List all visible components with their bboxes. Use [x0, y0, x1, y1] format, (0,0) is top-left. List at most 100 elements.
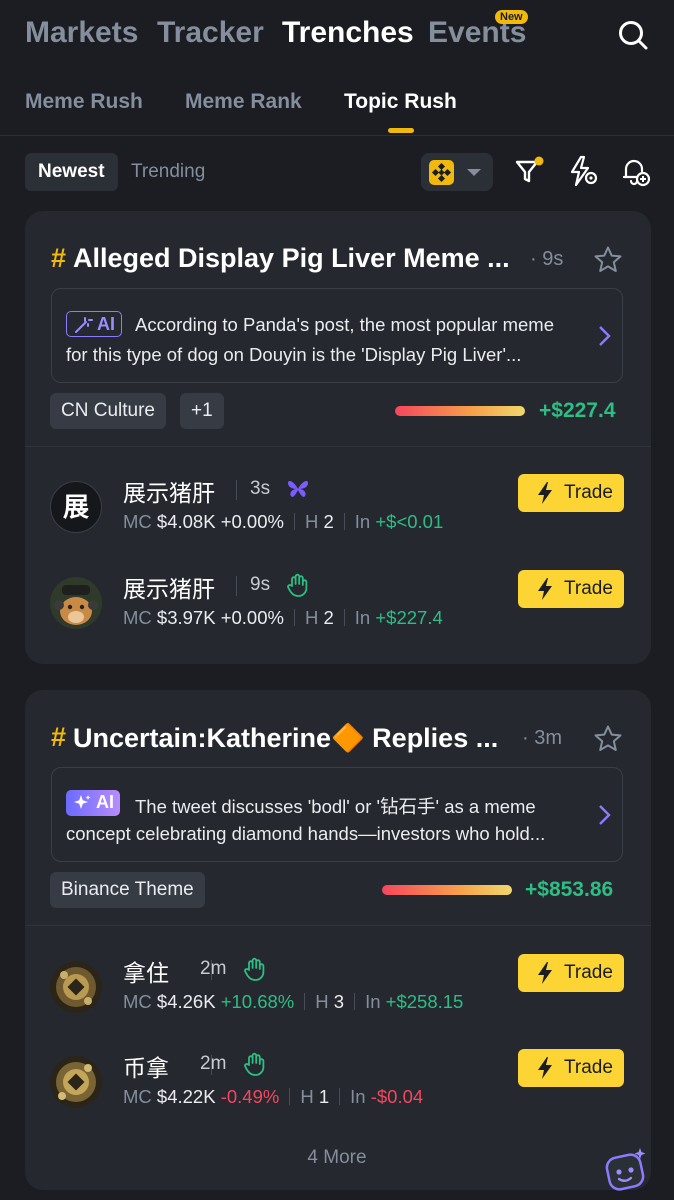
topic-tag[interactable]: Binance Theme: [50, 872, 205, 908]
lightning-icon: [538, 578, 552, 600]
ai-summary-text: The tweet discusses 'bodl' or '钻石手' as a…: [135, 796, 536, 817]
token-age: 9s: [250, 574, 271, 595]
topic-age: · 9s: [530, 248, 564, 270]
divider: [25, 446, 651, 447]
hand-wave-icon: [287, 573, 308, 597]
topic-card[interactable]: # Alleged Display Pig Liver Meme ... · 9…: [25, 211, 651, 664]
trade-button[interactable]: Trade: [518, 474, 624, 512]
star-icon[interactable]: [593, 724, 623, 754]
token-stats: MC $3.97K +0.00% H 2 In +$227.4: [123, 607, 443, 628]
token-age: 2m: [200, 1053, 227, 1074]
market-cap: $4.08K: [156, 511, 216, 532]
market-cap: $4.26K: [156, 991, 216, 1012]
divider: [236, 480, 237, 500]
ai-summary-text: concept celebrating diamond hands—invest…: [66, 823, 546, 844]
lightning-icon: [538, 1057, 552, 1079]
tab-meme-rush[interactable]: Meme Rush: [25, 90, 143, 114]
token-age: 3s: [250, 478, 271, 499]
token-name: 展示猪肝: [123, 480, 215, 506]
token-stats: MC $4.22K -0.49% H 1 In -$0.04: [123, 1086, 424, 1107]
star-icon[interactable]: [593, 245, 623, 275]
holders: 2: [323, 511, 334, 532]
price-change: -0.49%: [220, 1086, 280, 1107]
chevron-right-icon: [599, 326, 611, 346]
subtab-bar: Meme Rush Meme Rank Topic Rush: [0, 70, 674, 136]
bnb-chain-icon: [429, 160, 454, 185]
trade-button[interactable]: Trade: [518, 570, 624, 608]
token-row[interactable]: 币拿 2m MC $4.22K -0.49% H 1 In -$0.04 Trade: [25, 1049, 651, 1139]
token-name: 币拿: [123, 1055, 169, 1081]
holders: 2: [323, 607, 334, 628]
token-row[interactable]: 拿住 2m MC $4.26K +10.68% H 3 In +$258.15 Tr…: [25, 954, 651, 1044]
hash-icon: #: [51, 243, 67, 273]
token-stats: MC $4.08K +0.00% H 2 In +$<0.01: [123, 511, 444, 532]
search-icon[interactable]: [616, 18, 650, 52]
filter-bar: Newest Trending: [0, 136, 674, 206]
price-change: +10.68%: [220, 991, 295, 1012]
token-inflow: +$258.15: [385, 991, 464, 1012]
new-badge: New: [495, 10, 528, 24]
market-cap: $3.97K: [156, 607, 216, 628]
avatar: [50, 577, 102, 629]
ai-summary[interactable]: AI The tweet discusses 'bodl' or '钻石手' a…: [51, 767, 623, 862]
divider: [236, 576, 237, 596]
trade-button[interactable]: Trade: [518, 1049, 624, 1087]
topic-age: · 3m: [522, 727, 562, 749]
nav-trenches[interactable]: Trenches: [282, 16, 414, 50]
bell-add-icon[interactable]: [618, 154, 652, 188]
ai-assistant-icon[interactable]: [596, 1142, 654, 1200]
topic-inflow: +$227.4: [539, 399, 616, 422]
inflow-bar: [382, 885, 512, 895]
topic-tag-more[interactable]: +1: [180, 393, 224, 429]
filter-newest[interactable]: Newest: [25, 153, 118, 191]
topic-title[interactable]: Alleged Display Pig Liver Meme ...: [73, 243, 510, 274]
top-navigation: Markets Tracker Trenches Events New: [0, 0, 674, 70]
topic-tag[interactable]: CN Culture: [50, 393, 166, 429]
inflow-bar: [395, 406, 525, 416]
divider: [25, 925, 651, 926]
topic-title[interactable]: Uncertain:Katherine🔶 Replies ...: [73, 722, 498, 754]
hash-icon: #: [51, 722, 67, 752]
nav-tracker[interactable]: Tracker: [157, 16, 264, 50]
token-stats: MC $4.26K +10.68% H 3 In +$258.15: [123, 991, 464, 1012]
token-name: 拿住: [123, 960, 169, 986]
active-tab-indicator: [388, 128, 414, 133]
price-change: +0.00%: [220, 511, 284, 532]
topic-card[interactable]: # Uncertain:Katherine🔶 Replies ... · 3m …: [25, 690, 651, 1190]
token-age: 2m: [200, 958, 227, 979]
avatar: 展: [50, 481, 102, 533]
lightning-settings-icon[interactable]: [566, 154, 600, 188]
price-change: +0.00%: [220, 607, 284, 628]
filter-icon[interactable]: [512, 154, 546, 188]
chevron-right-icon: [599, 805, 611, 825]
hand-wave-icon: [244, 957, 265, 981]
butterfly-icon: [288, 481, 308, 497]
hand-wave-icon: [244, 1052, 265, 1076]
token-name: 展示猪肝: [123, 576, 215, 602]
tab-meme-rank[interactable]: Meme Rank: [185, 90, 302, 114]
token-inflow: -$0.04: [370, 1086, 424, 1107]
magic-wand-icon: [75, 317, 93, 333]
token-row[interactable]: 展 展示猪肝 3s MC $4.08K +0.00% H 2 In +$<0.01 …: [25, 474, 651, 564]
nav-markets[interactable]: Markets: [25, 16, 138, 50]
lightning-icon: [538, 962, 552, 984]
filter-trending[interactable]: Trending: [118, 153, 218, 191]
sparkle-icon: [74, 795, 91, 809]
holders: 3: [333, 991, 345, 1012]
trade-button[interactable]: Trade: [518, 954, 624, 992]
token-row[interactable]: 展示猪肝 9s MC $3.97K +0.00% H 2 In +$227.4 Tr…: [25, 570, 651, 660]
lightning-icon: [538, 482, 552, 504]
ai-summary-text: According to Panda's post, the most popu…: [135, 314, 554, 335]
market-cap: $4.22K: [156, 1086, 216, 1107]
ai-summary[interactable]: AI According to Panda's post, the most p…: [51, 288, 623, 383]
ai-summary-text: for this type of dog on Douyin is the 'D…: [66, 344, 522, 365]
chain-selector[interactable]: [421, 153, 493, 191]
ai-badge: AI: [66, 790, 120, 816]
avatar: [50, 1056, 102, 1108]
topic-inflow: +$853.86: [525, 878, 614, 901]
token-inflow: +$<0.01: [375, 511, 444, 532]
tab-topic-rush[interactable]: Topic Rush: [344, 90, 457, 114]
holders: 1: [318, 1086, 330, 1107]
show-more-link[interactable]: 4 More: [0, 1147, 674, 1169]
token-inflow: +$227.4: [375, 607, 443, 628]
